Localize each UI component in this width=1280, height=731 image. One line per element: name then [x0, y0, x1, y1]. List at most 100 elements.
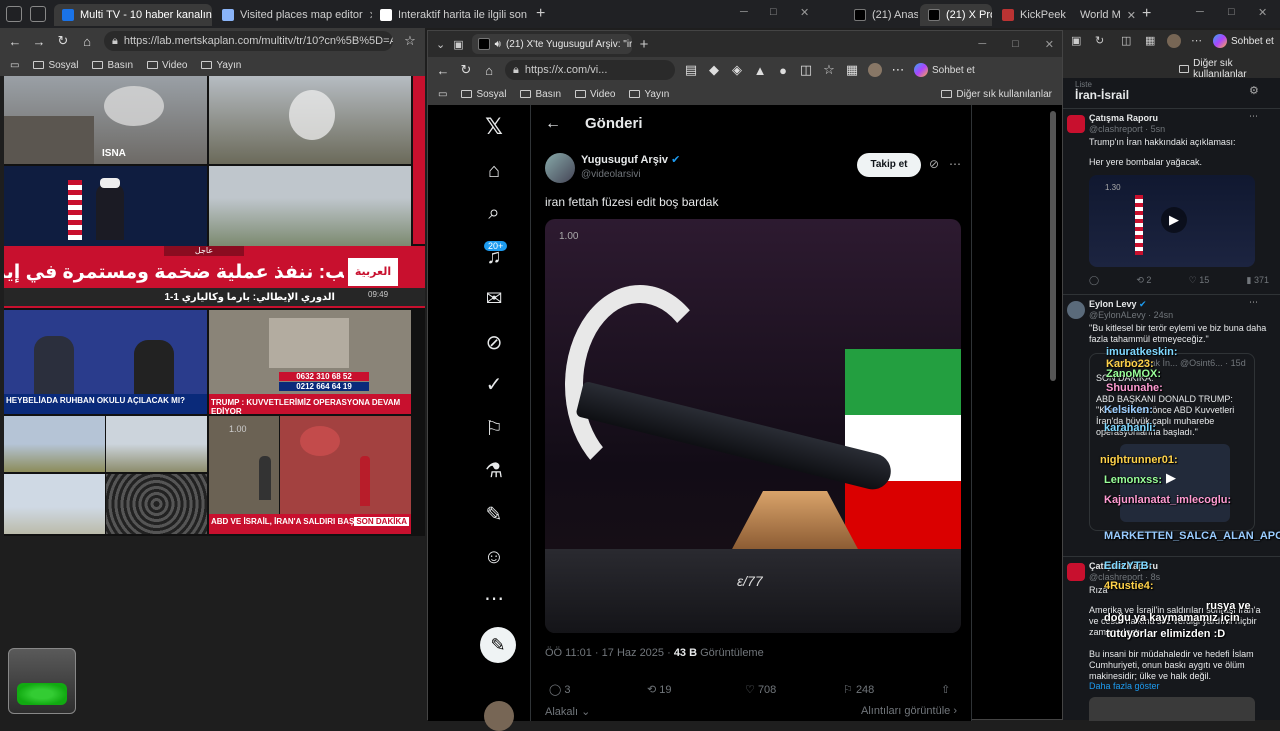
- video-skyline[interactable]: [209, 166, 411, 246]
- extension-icon[interactable]: ▲: [753, 63, 767, 78]
- follow-button[interactable]: Takip et: [857, 153, 921, 177]
- settings-icon[interactable]: ⚙: [1249, 84, 1259, 97]
- view-quotes-link[interactable]: Alıntıları görüntüle ›: [861, 705, 957, 717]
- forward-icon[interactable]: →: [32, 34, 46, 49]
- video-room[interactable]: 0632 310 68 52 0212 664 64 19: [209, 310, 411, 394]
- like-button[interactable]: ♡ 708: [745, 683, 776, 696]
- show-more-link[interactable]: Daha fazla göster: [1089, 681, 1160, 691]
- views-button[interactable]: ▮ 371: [1246, 275, 1269, 286]
- verified-icon[interactable]: ✓: [480, 371, 508, 399]
- maximize-icon[interactable]: □: [770, 6, 777, 18]
- bookmark-sosyal[interactable]: Sosyal: [33, 60, 78, 71]
- back-arrow-icon[interactable]: ←: [545, 115, 561, 133]
- split-icon[interactable]: ◫: [1121, 34, 1131, 47]
- minimize-icon[interactable]: ─: [978, 38, 986, 50]
- tab-xpro[interactable]: (21) X Pro: [920, 4, 992, 26]
- more-icon[interactable]: ⋯: [480, 585, 508, 613]
- grok-icon[interactable]: ⊘: [480, 329, 508, 357]
- video-trump[interactable]: [4, 166, 207, 246]
- back-icon[interactable]: ←: [436, 63, 450, 78]
- avatar[interactable]: [868, 63, 882, 77]
- collections-icon[interactable]: ▦: [845, 62, 859, 78]
- more-icon[interactable]: ⋯: [949, 157, 961, 171]
- tab-interaktif-harita[interactable]: Interaktif harita ile ilgili son İran ha…: [372, 4, 528, 26]
- more-icon[interactable]: ⋯: [891, 62, 905, 78]
- repost-button[interactable]: ⟲ 19: [647, 683, 672, 696]
- bookmarks-menu-icon[interactable]: ▭: [10, 60, 19, 71]
- video-smoke[interactable]: [209, 76, 411, 164]
- edit-icon[interactable]: ✎: [480, 501, 508, 529]
- relevance-dropdown[interactable]: Alakalı ⌄: [545, 705, 590, 718]
- scrollbar[interactable]: [1050, 111, 1056, 381]
- tab-anasi[interactable]: (21) Anası: [846, 4, 918, 26]
- author-name-row[interactable]: Yugusuguf Arşiv ✔: [581, 153, 680, 166]
- new-tab-icon[interactable]: +: [640, 36, 649, 53]
- refresh-icon[interactable]: ↻: [56, 33, 70, 49]
- refresh-icon[interactable]: ↻: [1095, 34, 1104, 47]
- video-map[interactable]: [280, 416, 411, 514]
- bookmark-sosyal[interactable]: Sosyal: [461, 89, 506, 100]
- home-icon[interactable]: ⌂: [480, 157, 508, 185]
- tab-world[interactable]: World M✕: [1072, 4, 1136, 26]
- extension-icon[interactable]: ●: [776, 63, 790, 78]
- workspaces-icon[interactable]: ▣: [453, 38, 463, 51]
- mail-icon[interactable]: ✉: [480, 285, 508, 313]
- bookmark-yayin[interactable]: Yayın: [201, 60, 241, 71]
- avatar[interactable]: [545, 153, 575, 183]
- x-logo-icon[interactable]: 𝕏: [480, 113, 508, 141]
- search-icon[interactable]: ⌕: [480, 199, 508, 227]
- video-isna[interactable]: ISNA: [4, 76, 207, 164]
- recycle-bin-icon[interactable]: [8, 648, 76, 714]
- tab-x-post[interactable]: 🔊︎ (21) X'te Yugusuguf Arşiv: "ira ✕: [472, 34, 632, 54]
- tab-kickpeek[interactable]: KickPeek✕: [994, 4, 1072, 26]
- close-window-icon[interactable]: ✕: [800, 6, 809, 19]
- extension-icon[interactable]: ▣: [1071, 34, 1081, 47]
- grok-icon[interactable]: ⊘: [929, 157, 939, 171]
- collections-icon[interactable]: ▦: [1145, 34, 1155, 47]
- maximize-icon[interactable]: □: [1012, 38, 1019, 50]
- reader-icon[interactable]: ▤: [684, 62, 698, 78]
- play-icon[interactable]: ▶: [1161, 207, 1187, 233]
- like-button[interactable]: ♡ 15: [1189, 275, 1210, 286]
- avatar[interactable]: [484, 701, 514, 731]
- compose-post-button[interactable]: ✎: [480, 627, 516, 663]
- reply-button[interactable]: ◯ 3: [549, 683, 571, 696]
- more-icon[interactable]: ⋯: [1249, 111, 1258, 122]
- bookmark-other[interactable]: Diğer sık kullanılanlar: [1179, 58, 1280, 80]
- tab-visited-places[interactable]: Visited places map editor✕: [214, 4, 372, 26]
- avatar[interactable]: [1167, 34, 1181, 48]
- video-field-2[interactable]: [106, 416, 207, 472]
- copilot-button[interactable]: Sohbet et: [914, 63, 975, 77]
- favorite-star-icon[interactable]: ☆: [403, 33, 417, 49]
- reply-button[interactable]: ◯: [1089, 275, 1099, 286]
- close-icon[interactable]: ✕: [1127, 9, 1136, 22]
- close-window-icon[interactable]: ✕: [1258, 6, 1267, 19]
- home-icon[interactable]: ⌂: [80, 34, 94, 49]
- profile-icon[interactable]: ☺: [480, 543, 508, 571]
- more-icon[interactable]: ⋯: [1191, 34, 1202, 47]
- video-static[interactable]: [106, 474, 207, 534]
- refresh-icon[interactable]: ↻: [459, 62, 473, 78]
- back-icon[interactable]: ←: [8, 34, 22, 49]
- post-video[interactable]: 1.00 ɛ/77: [545, 219, 961, 633]
- bookmark-yayin[interactable]: Yayın: [629, 89, 669, 100]
- tab-multitv[interactable]: Multi TV - 10 haber kanalını aynı a✕: [54, 4, 212, 26]
- post-media[interactable]: [1089, 697, 1255, 721]
- maximize-icon[interactable]: □: [1228, 6, 1235, 18]
- share-icon[interactable]: ⇧: [941, 683, 950, 696]
- minimize-icon[interactable]: ─: [1196, 6, 1204, 18]
- feed-post[interactable]: Çatışma Raporu @clashreport · 5sn ⋯ Trum…: [1063, 108, 1280, 288]
- extension-icon[interactable]: ◆: [707, 62, 721, 78]
- video-field[interactable]: [4, 416, 105, 472]
- bookmark-other[interactable]: Diğer sık kullanılanlar: [941, 89, 1052, 100]
- tab-actions-icon[interactable]: [6, 6, 22, 22]
- bookmark-button[interactable]: ⚐ 248: [843, 683, 874, 696]
- bookmark-icon[interactable]: ⚐: [480, 415, 508, 443]
- video-studio[interactable]: [4, 310, 207, 394]
- close-window-icon[interactable]: ✕: [1045, 38, 1054, 51]
- video-city[interactable]: [4, 474, 105, 534]
- bookmark-video[interactable]: Video: [575, 89, 615, 100]
- extension-icon[interactable]: ◈: [730, 62, 744, 78]
- copilot-button[interactable]: Sohbet et: [1213, 34, 1274, 48]
- speaker-icon[interactable]: 🔊︎: [495, 39, 501, 50]
